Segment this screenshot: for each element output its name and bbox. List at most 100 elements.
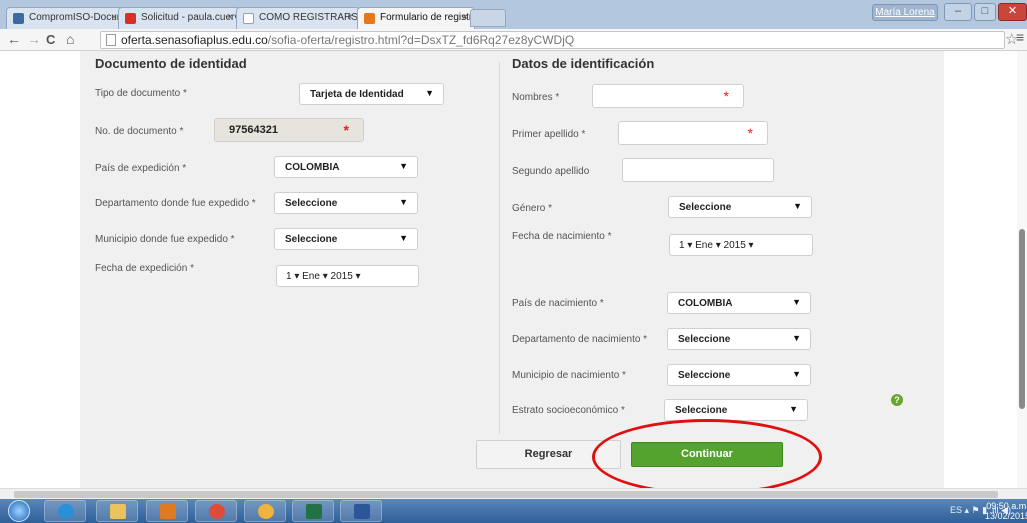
media-player-icon	[160, 504, 176, 519]
taskbar-chrome[interactable]	[195, 500, 237, 522]
issue-country-select[interactable]: COLOMBIA ▼	[274, 156, 418, 178]
minimize-button[interactable]: –	[944, 3, 972, 21]
help-icon[interactable]: ?	[891, 394, 903, 406]
birth-department-value: Seleccione	[678, 334, 731, 345]
dropdown-caret-icon: ▼	[399, 197, 408, 207]
document-number-field[interactable]: 97564321 *	[214, 118, 364, 142]
page-favicon-icon	[243, 13, 254, 24]
dropdown-caret-icon: ▼	[399, 233, 408, 243]
reload-icon[interactable]: C	[46, 32, 55, 47]
vertical-scrollbar[interactable]	[1017, 51, 1027, 488]
tab-compromiso[interactable]: CompromISO-Document ×	[6, 7, 124, 29]
issue-date-label: Fecha de expedición *	[95, 263, 194, 274]
tab-close-icon[interactable]: ×	[347, 12, 353, 23]
personal-section-title: Datos de identificación	[512, 56, 655, 71]
issue-department-select[interactable]: Seleccione ▼	[274, 192, 418, 214]
tab-formulario-registro[interactable]: Formulario de registro par ×	[357, 7, 475, 30]
birth-country-select[interactable]: COLOMBIA ▼	[667, 292, 811, 314]
gender-value: Seleccione	[679, 202, 732, 213]
taskbar-excel[interactable]	[292, 500, 334, 522]
maximize-button[interactable]: □	[974, 3, 996, 21]
issue-department-value: Seleccione	[285, 198, 338, 209]
required-marker: *	[747, 125, 753, 141]
birth-date-value: 1 ▾ Ene ▾ 2015 ▾	[679, 240, 754, 251]
first-names-input[interactable]: *	[592, 84, 744, 108]
document-favicon-icon	[13, 13, 24, 24]
tab-title: Solicitud - paula.cuervo@	[141, 12, 239, 23]
red-circle-annotation	[592, 419, 822, 495]
excel-icon	[306, 504, 322, 519]
taskbar-file-explorer[interactable]	[96, 500, 138, 522]
word-icon	[354, 504, 370, 519]
issue-date-value: 1 ▾ Ene ▾ 2015 ▾	[286, 271, 361, 282]
tab-close-icon[interactable]: ×	[462, 12, 468, 23]
clock-time: 09:50 a.m.	[986, 501, 1027, 511]
internet-explorer-icon	[58, 504, 74, 519]
taskbar-media-player[interactable]	[146, 500, 188, 522]
tab-gmail[interactable]: Solicitud - paula.cuervo@ ×	[118, 7, 240, 29]
home-icon[interactable]: ⌂	[66, 31, 74, 47]
document-number-value: 97564321	[229, 124, 278, 136]
required-marker: *	[723, 88, 729, 104]
birth-date-label: Fecha de nacimiento *	[512, 231, 612, 242]
messenger-icon	[258, 504, 274, 519]
tab-close-icon[interactable]: ×	[227, 12, 233, 23]
back-arrow-icon[interactable]: ←	[7, 31, 21, 47]
system-clock[interactable]: 09:50 a.m. 13/02/2015	[985, 501, 1027, 521]
birth-country-label: País de nacimiento *	[512, 298, 604, 309]
profile-button[interactable]: María Lorena	[872, 4, 938, 21]
issue-country-label: País de expedición *	[95, 163, 187, 174]
horizontal-scroll-thumb[interactable]	[14, 491, 998, 498]
birth-department-label: Departamento de nacimiento *	[512, 334, 648, 345]
socioeconomic-stratum-label: Estrato socioeconómico *	[512, 405, 625, 416]
dropdown-caret-icon: ▼	[792, 297, 801, 307]
forward-arrow-icon[interactable]: →	[27, 31, 41, 47]
first-surname-label: Primer apellido *	[512, 129, 586, 140]
horizontal-scrollbar[interactable]	[0, 488, 1027, 499]
first-names-label: Nombres *	[512, 92, 560, 103]
browser-menu-icon[interactable]: ≡	[1016, 29, 1024, 45]
tab-close-icon[interactable]: ×	[111, 12, 117, 23]
dropdown-caret-icon: ▼	[793, 201, 802, 211]
document-number-label: No. de documento *	[95, 126, 184, 137]
sofia-favicon-icon	[364, 13, 375, 24]
page-icon	[106, 34, 116, 46]
tab-title: Formulario de registro par	[380, 12, 475, 23]
tab-como-registrarse[interactable]: COMO REGISTRARSE EN S ×	[236, 7, 360, 29]
second-surname-input[interactable]	[622, 158, 774, 182]
close-window-button[interactable]: ✕	[998, 3, 1027, 21]
birth-date-select[interactable]: 1 ▾ Ene ▾ 2015 ▾	[669, 234, 813, 256]
issue-municipality-select[interactable]: Seleccione ▼	[274, 228, 418, 250]
dropdown-caret-icon: ▼	[792, 369, 801, 379]
birth-country-value: COLOMBIA	[678, 298, 733, 309]
dropdown-caret-icon: ▼	[425, 88, 434, 98]
gmail-favicon-icon	[125, 13, 136, 24]
taskbar-internet-explorer[interactable]	[44, 500, 86, 522]
browser-toolbar: ← → C ⌂ oferta.senasofiaplus.edu.co/sofi…	[0, 29, 1027, 51]
birth-municipality-value: Seleccione	[678, 370, 731, 381]
taskbar-messenger[interactable]	[244, 500, 286, 522]
socioeconomic-stratum-value: Seleccione	[675, 405, 728, 416]
document-type-select[interactable]: Tarjeta de Identidad ▼	[299, 83, 444, 105]
issue-municipality-label: Municipio donde fue expedido *	[95, 234, 235, 245]
birth-municipality-select[interactable]: Seleccione ▼	[667, 364, 811, 386]
tab-title: COMO REGISTRARSE EN S	[259, 12, 360, 23]
document-type-label: Tipo de documento *	[95, 88, 187, 99]
gender-select[interactable]: Seleccione ▼	[668, 196, 812, 218]
issue-date-select[interactable]: 1 ▾ Ene ▾ 2015 ▾	[276, 265, 419, 287]
document-type-value: Tarjeta de Identidad	[310, 89, 404, 100]
first-surname-input[interactable]: *	[618, 121, 768, 145]
address-bar[interactable]: oferta.senasofiaplus.edu.co/sofia-oferta…	[100, 31, 1005, 49]
socioeconomic-stratum-select[interactable]: Seleccione ▼	[664, 399, 808, 421]
taskbar-word[interactable]	[340, 500, 382, 522]
birth-department-select[interactable]: Seleccione ▼	[667, 328, 811, 350]
start-button-icon[interactable]	[8, 500, 30, 522]
birth-municipality-label: Municipio de nacimiento *	[512, 370, 626, 381]
required-marker: *	[343, 122, 349, 138]
vertical-scroll-thumb[interactable]	[1019, 229, 1025, 409]
tab-title: CompromISO-Document	[29, 12, 123, 23]
registration-form-panel	[80, 51, 944, 488]
new-tab-button[interactable]	[470, 9, 506, 27]
column-divider	[499, 62, 500, 434]
clock-date: 13/02/2015	[985, 511, 1027, 521]
